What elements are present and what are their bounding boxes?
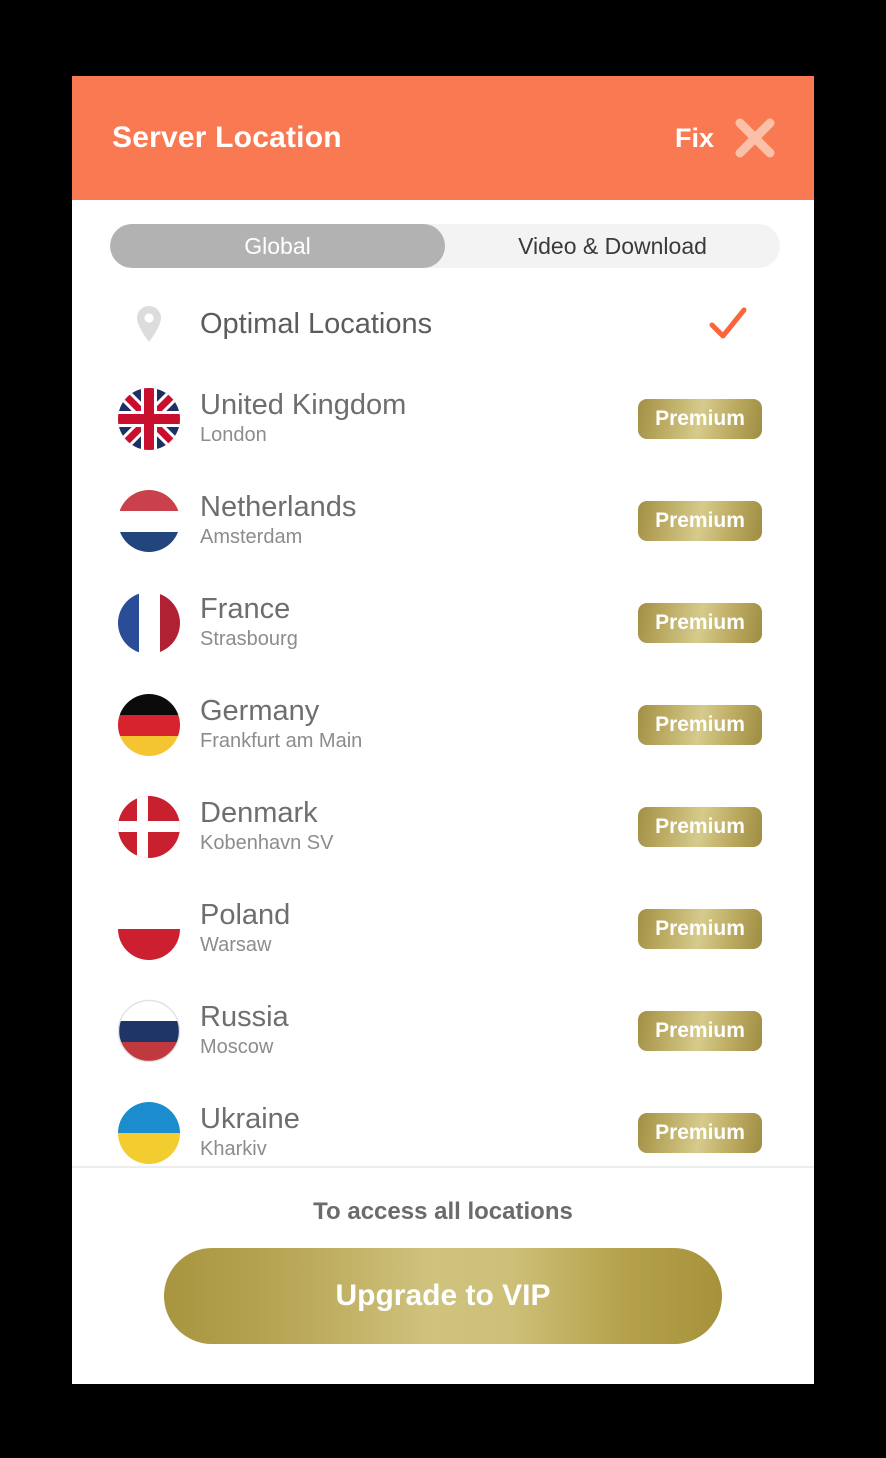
country-name: France (200, 592, 291, 625)
city-name: Frankfurt am Main (200, 730, 363, 753)
city-name: Warsaw (200, 934, 272, 957)
list-item-netherlands[interactable]: Netherlands Amsterdam Premium (72, 470, 814, 572)
country-name: Russia (200, 1000, 289, 1033)
list-item-united-kingdom[interactable]: United Kingdom London Premium (72, 368, 814, 470)
list-item-france[interactable]: France Strasbourg Premium (72, 572, 814, 674)
status-badge[interactable]: Premium (638, 1113, 762, 1153)
flag-cell (102, 591, 196, 655)
country-name: Germany (200, 694, 320, 727)
netherlands-flag-icon (118, 490, 180, 552)
footer-note: To access all locations (313, 1198, 573, 1225)
denmark-flag-icon (118, 796, 180, 858)
list-item-germany[interactable]: Germany Frankfurt am Main Premium (72, 674, 814, 776)
flag-cell (102, 795, 196, 859)
list-item-ukraine[interactable]: Ukraine Kharkiv Premium (72, 1082, 814, 1166)
city-name: Kharkiv (200, 1138, 267, 1161)
row-text: Netherlands Amsterdam (196, 490, 638, 550)
poland-flag-icon (118, 898, 180, 960)
row-text: Russia Moscow (196, 1000, 638, 1060)
panel-header: Server Location Fix (72, 76, 814, 200)
city-name: Strasbourg (200, 628, 298, 651)
russia-flag-icon (117, 999, 181, 1063)
map-pin-icon (137, 306, 161, 342)
status-badge[interactable]: Premium (638, 705, 762, 745)
row-text: Germany Frankfurt am Main (196, 694, 638, 754)
germany-flag-icon (118, 694, 180, 756)
close-icon[interactable] (732, 115, 778, 161)
row-text: United Kingdom London (196, 388, 638, 448)
row-text: Ukraine Kharkiv (196, 1102, 638, 1162)
city-name: Kobenhavn SV (200, 832, 334, 855)
flag-cell (102, 693, 196, 757)
ukraine-flag-icon (118, 1102, 180, 1164)
row-text: Denmark Kobenhavn SV (196, 796, 638, 856)
server-list[interactable]: Optimal Locations United Kingdom London … (72, 278, 814, 1168)
status-badge[interactable]: Premium (638, 603, 762, 643)
country-name: Poland (200, 898, 291, 931)
server-location-panel: Server Location Fix Global Video & Downl… (72, 76, 814, 1384)
list-item-denmark[interactable]: Denmark Kobenhavn SV Premium (72, 776, 814, 878)
flag-cell (102, 1101, 196, 1165)
list-item-poland[interactable]: Poland Warsaw Premium (72, 878, 814, 980)
row-text: France Strasbourg (196, 592, 638, 652)
list-item-russia[interactable]: Russia Moscow Premium (72, 980, 814, 1082)
uk-flag-icon (118, 388, 180, 450)
city-name: Amsterdam (200, 526, 303, 549)
status-badge[interactable]: Premium (638, 399, 762, 439)
country-name: Netherlands (200, 490, 357, 523)
map-pin-cell (102, 305, 196, 343)
row-text: Poland Warsaw (196, 898, 638, 958)
country-name: Denmark (200, 796, 318, 829)
city-name: London (200, 424, 267, 447)
page-title: Server Location (112, 121, 342, 154)
status-badge[interactable]: Premium (638, 501, 762, 541)
upgrade-to-vip-button[interactable]: Upgrade to VIP (164, 1248, 722, 1344)
country-name: United Kingdom (200, 388, 407, 421)
status-badge[interactable]: Premium (638, 1011, 762, 1051)
optimal-locations-label: Optimal Locations (200, 307, 433, 340)
flag-cell (102, 897, 196, 961)
flag-cell (102, 489, 196, 553)
tab-global[interactable]: Global (110, 224, 445, 268)
flag-cell (102, 387, 196, 451)
fix-button[interactable]: Fix (675, 123, 714, 154)
flag-cell (102, 999, 196, 1063)
france-flag-icon (118, 592, 180, 654)
country-name: Ukraine (200, 1102, 300, 1135)
tab-video-download[interactable]: Video & Download (445, 224, 780, 268)
app-screen: Server Location Fix Global Video & Downl… (0, 0, 886, 1458)
status-badge[interactable]: Premium (638, 807, 762, 847)
city-name: Moscow (200, 1036, 274, 1059)
tab-bar: Global Video & Download (72, 200, 814, 278)
check-icon (709, 307, 747, 339)
upgrade-footer: To access all locations Upgrade to VIP (72, 1168, 814, 1384)
status-badge[interactable]: Premium (638, 909, 762, 949)
list-item-optimal-locations[interactable]: Optimal Locations (72, 280, 814, 368)
